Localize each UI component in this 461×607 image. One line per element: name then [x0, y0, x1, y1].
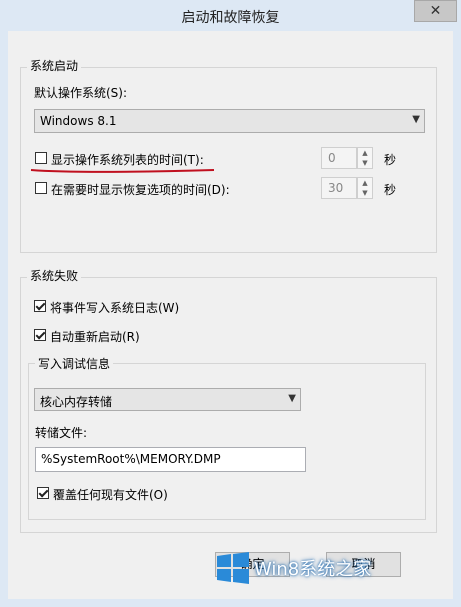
spin-up-icon[interactable]: ▲ — [358, 178, 372, 188]
windows-logo-icon — [217, 552, 249, 584]
show-recovery-checkbox[interactable] — [35, 182, 47, 194]
failure-group-title: 系统失败 — [27, 267, 82, 284]
overwrite-checkbox[interactable] — [37, 487, 49, 499]
show-os-list-checkbox[interactable] — [35, 152, 47, 164]
close-button[interactable]: ✕ — [414, 0, 457, 22]
spin-down-icon[interactable]: ▼ — [358, 188, 372, 198]
chevron-down-icon: ▼ — [412, 114, 420, 125]
show-os-list-seconds-input[interactable]: 0 — [321, 147, 357, 169]
close-icon: ✕ — [429, 3, 442, 19]
spin-down-icon[interactable]: ▼ — [358, 158, 372, 168]
show-recovery-seconds-input[interactable]: 30 — [321, 177, 357, 199]
watermark-text: Win8系统之家 — [254, 559, 372, 580]
chevron-down-icon: ▼ — [288, 393, 296, 404]
overwrite-label: 覆盖任何现有文件(O) — [53, 488, 168, 502]
dialog-client-area: 系统启动 默认操作系统(S): Windows 8.1 ▼ 显示操作系统列表的时… — [8, 31, 453, 599]
debug-info-type-value: 核心内存转储 — [40, 395, 113, 409]
write-event-checkbox[interactable] — [34, 300, 46, 312]
dump-file-label: 转储文件: — [35, 426, 88, 440]
show-recovery-unit: 秒 — [384, 183, 397, 197]
debug-info-group-title: 写入调试信息 — [35, 355, 114, 372]
show-recovery-label: 在需要时显示恢复选项的时间(D): — [51, 183, 230, 197]
window-title: 启动和故障恢复 — [181, 10, 280, 26]
default-os-value: Windows 8.1 — [40, 114, 117, 128]
default-os-select[interactable]: Windows 8.1 ▼ — [34, 109, 425, 133]
spin-up-icon[interactable]: ▲ — [358, 148, 372, 158]
title-bar: 启动和故障恢复 ✕ — [0, 0, 461, 30]
auto-restart-checkbox[interactable] — [34, 329, 46, 341]
debug-info-type-select[interactable]: 核心内存转储 ▼ — [34, 388, 301, 411]
watermark: Win8系统之家 — [216, 549, 388, 587]
show-recovery-spinner[interactable]: ▲ ▼ — [357, 177, 373, 199]
show-os-list-unit: 秒 — [384, 153, 397, 167]
dump-file-input[interactable]: %SystemRoot%\MEMORY.DMP — [35, 447, 306, 472]
default-os-label: 默认操作系统(S): — [34, 86, 128, 100]
startup-group-title: 系统启动 — [27, 57, 82, 74]
write-event-label: 将事件写入系统日志(W) — [50, 301, 180, 315]
red-underline-annotation — [30, 169, 215, 173]
auto-restart-label: 自动重新启动(R) — [50, 330, 140, 344]
show-os-list-spinner[interactable]: ▲ ▼ — [357, 147, 373, 169]
show-os-list-label: 显示操作系统列表的时间(T): — [51, 153, 204, 167]
